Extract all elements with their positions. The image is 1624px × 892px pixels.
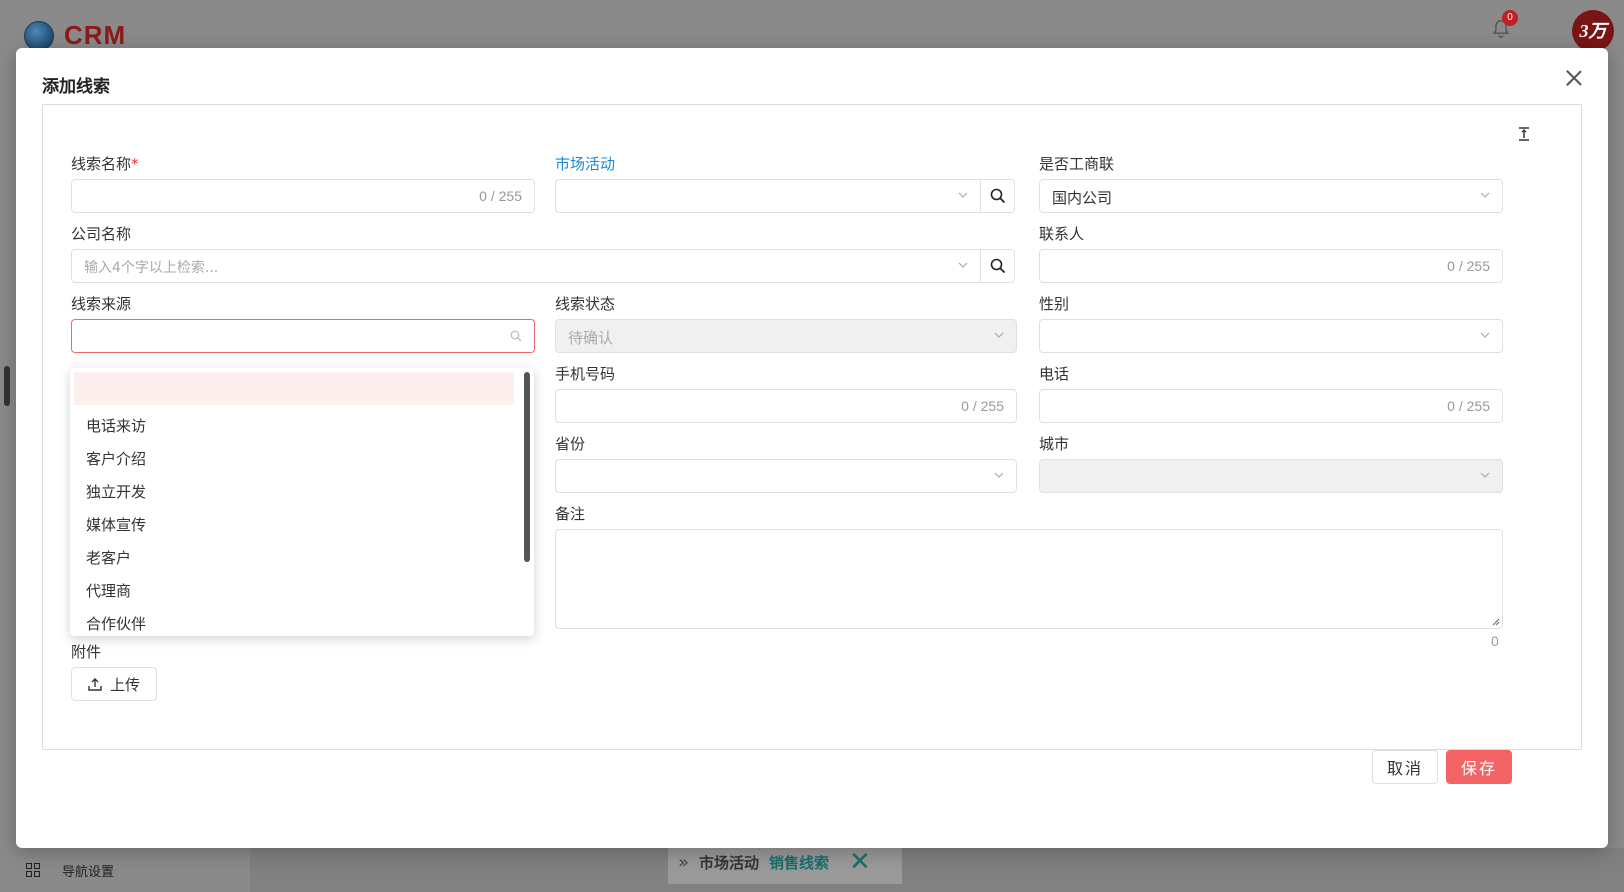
chevron-down-icon	[1480, 472, 1490, 478]
lead-status-label: 线索状态	[555, 295, 616, 313]
char-counter: 0 / 255	[1447, 258, 1490, 274]
dropdown-option[interactable]: 代理商	[70, 575, 516, 608]
notification-badge: 0	[1502, 10, 1518, 26]
chevron-down-icon	[994, 472, 1004, 478]
ic-linked-value: 国内公司	[1052, 189, 1113, 207]
chevron-down-icon	[958, 262, 968, 268]
modal-title: 添加线索	[42, 77, 110, 97]
chevron-down-icon	[1480, 192, 1490, 198]
company-search-button[interactable]	[981, 249, 1015, 283]
lead-name-input[interactable]: 0 / 255	[71, 179, 535, 213]
province-select[interactable]	[555, 459, 1017, 493]
globe-icon	[24, 20, 54, 51]
phone-input[interactable]: 0 / 255	[1039, 389, 1503, 423]
mobile-input[interactable]: 0 / 255	[555, 389, 1017, 423]
search-icon	[990, 188, 1005, 204]
user-avatar[interactable]: 3万	[1572, 10, 1614, 52]
search-icon	[510, 330, 522, 342]
dropdown-option[interactable]: 独立开发	[70, 476, 516, 509]
dropdown-option[interactable]: 电话来访	[70, 410, 516, 443]
contact-input[interactable]: 0 / 255	[1039, 249, 1503, 283]
lead-name-label: 线索名称*	[71, 153, 139, 174]
mobile-label: 手机号码	[555, 365, 616, 383]
upload-icon	[88, 678, 102, 691]
lead-source-label: 线索来源	[71, 295, 132, 313]
grid-icon	[26, 863, 40, 877]
dropdown-option[interactable]: 媒体宣传	[70, 509, 516, 542]
close-icon[interactable]	[1562, 66, 1586, 90]
upload-button[interactable]: 上传	[71, 667, 158, 701]
notes-textarea[interactable]	[555, 529, 1503, 629]
dropdown-scrollbar[interactable]	[524, 372, 530, 562]
campaign-search-button[interactable]	[981, 179, 1015, 213]
province-label: 省份	[555, 435, 586, 453]
sidebar-collapse-handle[interactable]	[4, 366, 10, 406]
upload-label: 上传	[110, 675, 141, 694]
campaign-select[interactable]	[555, 179, 981, 213]
tab-sales-leads[interactable]: 销售线索	[769, 852, 829, 873]
ic-linked-label: 是否工商联	[1039, 155, 1115, 173]
company-name-label: 公司名称	[71, 225, 132, 243]
lead-status-value: 待确认	[568, 329, 614, 347]
logo-text: CRM	[64, 20, 127, 50]
nav-settings-label: 导航设置	[62, 864, 115, 880]
char-counter: 0 / 255	[961, 398, 1004, 414]
lead-name-label-text: 线索名称	[71, 155, 132, 173]
collapse-icon[interactable]	[1517, 127, 1531, 141]
company-name-select[interactable]: 输入4个字以上检索...	[71, 249, 981, 283]
company-name-placeholder: 输入4个字以上检索...	[84, 260, 219, 276]
tab-campaign[interactable]: 市场活动	[699, 852, 759, 873]
chevron-down-icon	[1480, 332, 1490, 338]
double-chevron-icon[interactable]: »	[678, 852, 689, 873]
lead-source-select[interactable]	[71, 319, 535, 353]
dropdown-option[interactable]: 客户介绍	[70, 443, 516, 476]
dropdown-option[interactable]: 合作伙伴	[70, 608, 516, 636]
campaign-label[interactable]: 市场活动	[555, 153, 615, 174]
add-lead-modal: 添加线索 线索名称* 0 / 255 市场活动 是否工商联 国内公司 公司名称	[16, 48, 1608, 848]
lead-status-select: 待确认	[555, 319, 1017, 353]
search-icon	[990, 258, 1005, 274]
app-logo[interactable]: CRM	[24, 20, 126, 51]
char-counter: 0 / 255	[1447, 398, 1490, 414]
notes-counter: 0	[1491, 633, 1499, 649]
close-tab-icon[interactable]: ✕	[849, 847, 871, 877]
gender-select[interactable]	[1039, 319, 1503, 353]
notes-label: 备注	[555, 505, 586, 523]
chevron-down-icon	[958, 192, 968, 198]
contact-label: 联系人	[1039, 225, 1085, 243]
dropdown-option[interactable]: 老客户	[70, 542, 516, 575]
city-label: 城市	[1039, 435, 1070, 453]
resize-grip-icon[interactable]	[1492, 618, 1500, 626]
attachment-label: 附件	[71, 643, 102, 661]
ic-linked-select[interactable]: 国内公司	[1039, 179, 1503, 213]
background-content	[250, 848, 1624, 892]
save-button[interactable]: 保存	[1446, 750, 1512, 784]
phone-label: 电话	[1039, 365, 1070, 383]
chevron-down-icon	[994, 332, 1004, 338]
char-counter: 0 / 255	[479, 188, 522, 204]
city-select	[1039, 459, 1503, 493]
nav-settings[interactable]: 导航设置	[0, 848, 240, 892]
gender-label: 性别	[1039, 295, 1070, 313]
app-header: CRM 0 3万	[0, 0, 1624, 52]
required-mark: *	[131, 155, 139, 173]
cancel-button[interactable]: 取消	[1372, 750, 1438, 784]
lead-source-dropdown: 电话来访 客户介绍 独立开发 媒体宣传 老客户 代理商 合作伙伴	[70, 368, 534, 636]
dropdown-option-empty[interactable]	[74, 372, 514, 405]
